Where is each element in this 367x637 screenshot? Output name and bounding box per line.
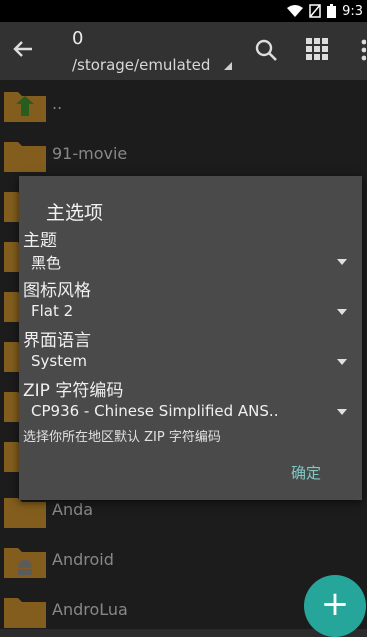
icon-style-label: 图标风格 <box>23 281 91 301</box>
zip-encoding-hint: 选择你所在地区默认 ZIP 字符编码 <box>23 430 221 445</box>
zip-encoding-select[interactable]: CP936 - Chinese Simplified ANS.. <box>31 400 347 424</box>
back-button[interactable] <box>8 34 38 64</box>
zip-encoding-value: CP936 - Chinese Simplified ANS.. <box>31 402 279 420</box>
language-select[interactable]: System <box>31 350 347 374</box>
status-time: 9:3 <box>342 3 363 19</box>
language-label: 界面语言 <box>23 331 91 351</box>
battery-icon <box>327 4 337 18</box>
plus-icon: + <box>320 584 350 624</box>
language-value: System <box>31 352 87 370</box>
no-sim-icon <box>309 4 321 18</box>
theme-label: 主题 <box>23 231 57 251</box>
status-bar: 9:3 <box>0 0 367 22</box>
search-icon[interactable] <box>254 38 278 62</box>
theme-select[interactable]: 黑色 <box>31 250 347 274</box>
arrow-left-icon <box>13 41 32 57</box>
zip-encoding-label: ZIP 字符编码 <box>23 381 124 401</box>
path-dropdown-icon[interactable] <box>224 62 232 70</box>
dropdown-caret-icon <box>337 409 347 415</box>
theme-value: 黑色 <box>31 254 62 272</box>
dropdown-caret-icon <box>337 309 347 315</box>
ok-button[interactable]: 确定 <box>291 462 321 483</box>
current-path[interactable]: /storage/emulated <box>72 56 210 74</box>
add-fab-button[interactable]: + <box>304 575 366 637</box>
item-count: 0 <box>72 28 84 49</box>
app-bar: 0 /storage/emulated <box>0 22 367 80</box>
wifi-icon <box>287 5 304 17</box>
dropdown-caret-icon <box>337 359 347 365</box>
grid-view-icon[interactable] <box>306 38 328 60</box>
icon-style-select[interactable]: Flat 2 <box>31 300 347 324</box>
icon-style-value: Flat 2 <box>31 302 74 320</box>
dialog-title: 主选项 <box>46 202 104 224</box>
main-options-dialog: 主选项 主题 黑色 图标风格 Flat 2 界面语言 System ZIP 字符… <box>19 176 362 500</box>
dropdown-caret-icon <box>337 259 347 265</box>
more-vert-icon[interactable] <box>356 38 366 62</box>
